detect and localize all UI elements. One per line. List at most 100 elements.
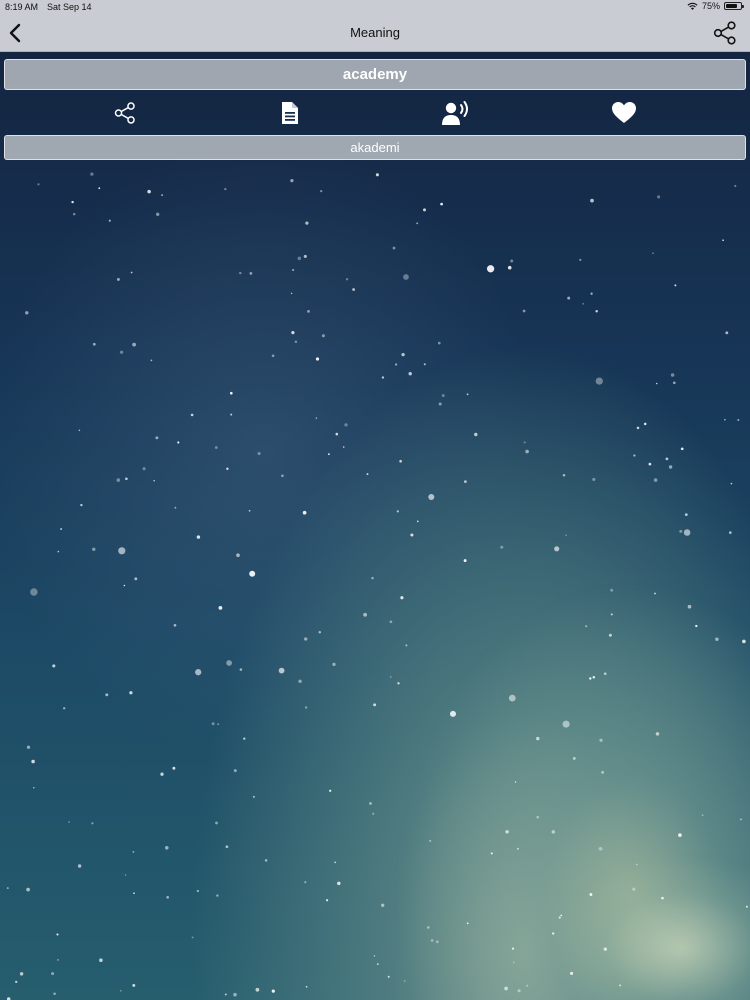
star (99, 958, 103, 963)
star (522, 309, 526, 313)
star (376, 963, 379, 966)
star (147, 189, 151, 194)
battery-icon (724, 2, 744, 10)
star (428, 493, 435, 501)
star (60, 528, 62, 530)
action-toolbar (0, 96, 750, 130)
star (516, 847, 519, 850)
star (124, 874, 127, 876)
star (116, 277, 120, 281)
star (441, 394, 445, 398)
star (132, 850, 135, 853)
star (695, 624, 698, 628)
star (684, 513, 688, 517)
star (440, 202, 443, 206)
star (342, 446, 345, 448)
star (320, 189, 323, 193)
status-time: 8:19 AM (5, 2, 39, 12)
star (505, 830, 509, 834)
star (392, 246, 396, 250)
star (381, 903, 385, 907)
star (595, 310, 598, 313)
star (590, 292, 593, 295)
battery-fill (726, 4, 737, 8)
star (665, 457, 669, 461)
star (657, 195, 661, 199)
status-date: Sat Sep 14 (47, 2, 92, 12)
star (608, 633, 612, 637)
star (525, 449, 529, 454)
share-button[interactable] (110, 99, 140, 127)
star (92, 342, 96, 346)
nav-share-button[interactable] (712, 20, 738, 46)
battery-percent: 75% (701, 1, 720, 11)
star (271, 989, 275, 993)
star (724, 418, 726, 421)
speak-button[interactable] (441, 99, 471, 127)
star (224, 993, 227, 996)
star (344, 423, 348, 427)
star (30, 588, 38, 596)
star (401, 352, 405, 357)
star (560, 914, 563, 917)
star (423, 208, 426, 212)
star (130, 271, 133, 274)
star (72, 212, 76, 216)
star (403, 274, 409, 280)
star (51, 972, 55, 976)
star (652, 252, 654, 255)
star (514, 781, 517, 783)
star (225, 845, 229, 849)
star (466, 922, 469, 925)
star (290, 292, 293, 295)
star (37, 183, 40, 186)
star (745, 905, 748, 908)
star (302, 510, 307, 515)
star (294, 340, 298, 344)
star (92, 547, 96, 552)
star (216, 894, 219, 897)
star (683, 529, 691, 536)
star (416, 520, 419, 523)
favorite-button[interactable] (609, 99, 639, 127)
star (191, 936, 194, 939)
star (196, 889, 200, 893)
star (352, 288, 356, 291)
star (371, 576, 374, 580)
star (57, 550, 60, 553)
star (118, 547, 126, 555)
star (565, 534, 567, 536)
star (90, 172, 94, 176)
star (572, 756, 576, 760)
star (230, 413, 233, 416)
star (243, 737, 246, 740)
star (298, 679, 302, 683)
star (153, 479, 155, 482)
star (466, 393, 469, 396)
star (255, 987, 260, 992)
star (562, 720, 570, 728)
page-title: Meaning (350, 25, 400, 40)
star (62, 707, 66, 710)
star (678, 833, 682, 837)
app-screen: 8:19 AM Sat Sep 14 75% Meaning academy a… (0, 0, 750, 1000)
star (394, 363, 398, 366)
document-button[interactable] (275, 99, 305, 127)
star (53, 992, 56, 996)
star (25, 311, 29, 315)
star (165, 846, 169, 850)
star (334, 861, 336, 864)
star (670, 373, 675, 377)
star (399, 459, 402, 463)
star (304, 881, 307, 884)
star (403, 980, 406, 982)
star (239, 271, 242, 275)
meaning-panel: akademi (4, 135, 746, 160)
star (174, 506, 177, 509)
star (643, 422, 647, 426)
star (68, 821, 70, 823)
star (523, 441, 526, 444)
star (599, 738, 603, 742)
star (304, 706, 308, 709)
star (239, 668, 243, 671)
